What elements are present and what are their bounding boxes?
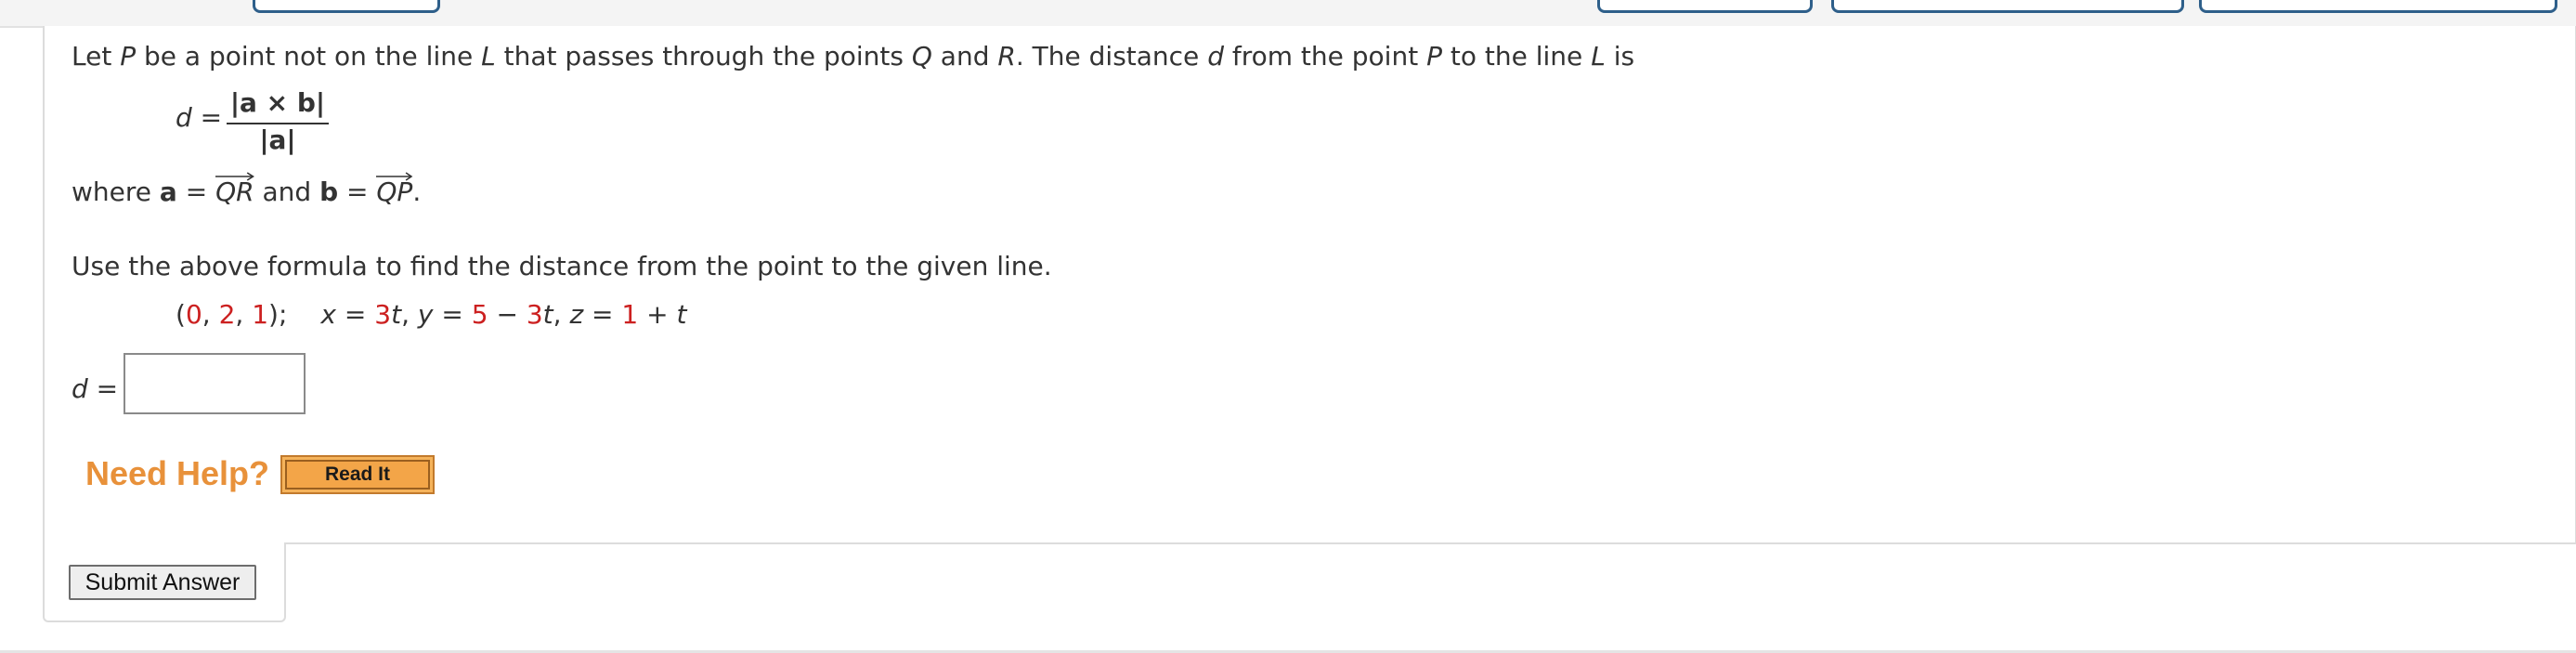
read-it-label: Read It	[285, 460, 430, 490]
toolbar-button-1[interactable]	[253, 0, 440, 13]
problem-intro: Let P be a point not on the line L that …	[72, 41, 1635, 72]
vector-arrow-icon	[376, 172, 413, 181]
toolbar-button-2[interactable]	[1597, 0, 1813, 13]
top-toolbar	[0, 0, 2576, 28]
vector-definitions: where a = QR and b = QP.	[72, 172, 421, 208]
answer-input[interactable]	[124, 353, 306, 414]
submit-answer-button[interactable]: Submit Answer	[69, 565, 256, 600]
vector-arrow-icon	[215, 172, 255, 181]
need-help-label: Need Help?	[85, 454, 270, 492]
toolbar-button-3[interactable]	[1831, 0, 2184, 13]
formula-denominator: |a|	[259, 124, 296, 155]
read-it-button[interactable]: Read It	[280, 455, 435, 494]
toolbar-button-4[interactable]	[2199, 0, 2557, 13]
formula-numerator: |a × b|	[229, 87, 326, 118]
given-point-and-line: (0, 2, 1); x = 3t, y = 5 − 3t, z = 1 + t	[176, 299, 687, 330]
formula-lhs: d =	[176, 102, 223, 133]
vector-qr: QR	[215, 172, 255, 208]
instruction-text: Use the above formula to find the distan…	[72, 251, 1052, 281]
answer-label: d =	[72, 373, 119, 404]
vector-qp: QP	[376, 172, 413, 208]
